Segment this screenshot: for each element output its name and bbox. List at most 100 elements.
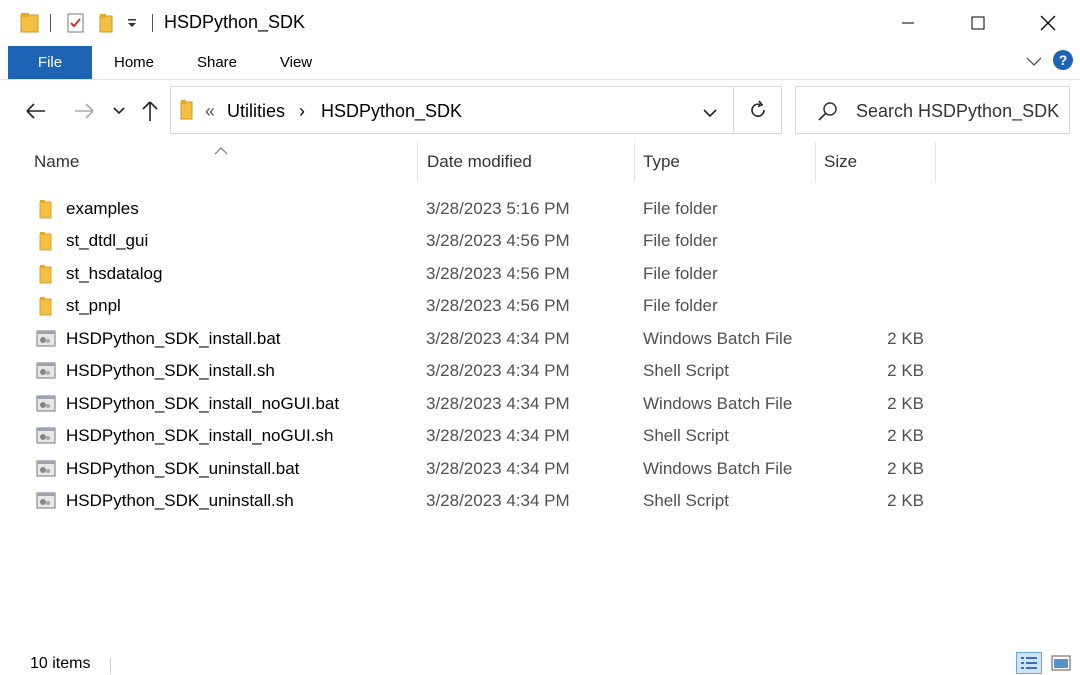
file-type: File folder bbox=[643, 199, 718, 218]
list-item[interactable]: st_hsdatalog 3/28/2023 4:56 PM File fold… bbox=[30, 258, 940, 290]
list-item[interactable]: HSDPython_SDK_uninstall.bat 3/28/2023 4:… bbox=[30, 453, 940, 485]
folder-icon bbox=[36, 296, 56, 316]
column-header-type-label: Type bbox=[643, 152, 680, 171]
file-name: HSDPython_SDK_install.sh bbox=[66, 361, 275, 380]
title-separator bbox=[50, 14, 51, 32]
large-icons-view-icon bbox=[1051, 655, 1071, 671]
list-item[interactable]: HSDPython_SDK_uninstall.sh 3/28/2023 4:3… bbox=[30, 485, 940, 517]
batch-file-icon bbox=[36, 394, 56, 414]
file-date: 3/28/2023 4:56 PM bbox=[426, 264, 570, 283]
ribbon-tabs: File Home Share View ? bbox=[0, 46, 1080, 80]
tab-share[interactable]: Share bbox=[184, 46, 250, 79]
file-date: 3/28/2023 4:34 PM bbox=[426, 361, 570, 380]
forward-button[interactable] bbox=[68, 96, 100, 126]
location-folder-icon bbox=[179, 99, 195, 126]
title-separator bbox=[152, 14, 153, 32]
file-type: Windows Batch File bbox=[643, 329, 793, 348]
file-date: 3/28/2023 4:34 PM bbox=[426, 394, 570, 413]
customize-toolbar-icon[interactable] bbox=[126, 16, 138, 34]
window-title: HSDPython_SDK bbox=[164, 12, 306, 32]
column-header-name[interactable]: Name bbox=[0, 142, 417, 182]
list-item[interactable]: st_dtdl_gui 3/28/2023 4:56 PM File folde… bbox=[30, 225, 940, 257]
file-name: HSDPython_SDK_install_noGUI.sh bbox=[66, 426, 334, 445]
column-header-date[interactable]: Date modified bbox=[418, 142, 634, 182]
details-view-button[interactable] bbox=[1016, 652, 1042, 674]
file-date: 3/28/2023 4:34 PM bbox=[426, 329, 570, 348]
search-input[interactable]: Search HSDPython_SDK bbox=[856, 101, 1059, 122]
refresh-button[interactable] bbox=[734, 86, 782, 134]
file-date: 3/28/2023 4:34 PM bbox=[426, 459, 570, 478]
help-icon[interactable]: ? bbox=[1048, 49, 1078, 76]
address-overflow[interactable]: « bbox=[205, 101, 215, 122]
tab-home[interactable]: Home bbox=[100, 46, 168, 79]
status-item-count: 10 items bbox=[30, 655, 91, 672]
file-date: 3/28/2023 4:34 PM bbox=[426, 491, 570, 510]
new-folder-icon[interactable] bbox=[98, 12, 116, 39]
file-size: 2 KB bbox=[887, 394, 924, 413]
file-name: HSDPython_SDK_uninstall.bat bbox=[66, 459, 300, 478]
file-type: Shell Script bbox=[643, 491, 729, 510]
refresh-icon bbox=[750, 100, 765, 117]
minimize-button[interactable] bbox=[878, 0, 938, 46]
column-divider[interactable] bbox=[935, 142, 936, 182]
file-type: File folder bbox=[643, 231, 718, 250]
column-header-name-label: Name bbox=[34, 152, 80, 171]
tab-view[interactable]: View bbox=[266, 46, 326, 79]
file-date: 3/28/2023 4:56 PM bbox=[426, 231, 570, 250]
search-box[interactable]: Search HSDPython_SDK bbox=[795, 86, 1070, 134]
file-date: 3/28/2023 4:34 PM bbox=[426, 426, 570, 445]
address-dropdown-icon[interactable] bbox=[703, 105, 717, 123]
address-bar[interactable]: « Utilities › HSDPython_SDK bbox=[170, 86, 734, 134]
script-file-icon bbox=[36, 361, 56, 381]
file-name: st_pnpl bbox=[66, 296, 121, 315]
breadcrumb-utilities[interactable]: Utilities bbox=[227, 101, 285, 122]
batch-file-icon bbox=[36, 329, 56, 349]
folder-icon bbox=[36, 264, 56, 284]
list-item[interactable]: HSDPython_SDK_install_noGUI.sh 3/28/2023… bbox=[30, 420, 940, 452]
file-size: 2 KB bbox=[887, 491, 924, 510]
search-icon bbox=[818, 101, 838, 126]
list-item[interactable]: st_pnpl 3/28/2023 4:56 PM File folder bbox=[30, 290, 940, 322]
properties-icon[interactable] bbox=[66, 12, 86, 39]
close-button[interactable] bbox=[1018, 0, 1078, 46]
file-size: 2 KB bbox=[887, 459, 924, 478]
file-date: 3/28/2023 5:16 PM bbox=[426, 199, 570, 218]
file-date: 3/28/2023 4:56 PM bbox=[426, 296, 570, 315]
file-size: 2 KB bbox=[887, 426, 924, 445]
column-header-size-label: Size bbox=[824, 152, 858, 171]
batch-file-icon bbox=[36, 459, 56, 479]
expand-ribbon-icon[interactable] bbox=[1020, 54, 1048, 72]
breadcrumb-separator[interactable]: › bbox=[299, 101, 305, 122]
help-glyph: ? bbox=[1059, 52, 1068, 68]
file-name: examples bbox=[66, 199, 139, 218]
file-type: Shell Script bbox=[643, 361, 729, 380]
file-name: HSDPython_SDK_uninstall.sh bbox=[66, 491, 294, 510]
folder-icon bbox=[36, 231, 56, 251]
details-view-icon bbox=[1021, 657, 1037, 669]
recent-locations-button[interactable] bbox=[108, 96, 130, 126]
ribbon-controls: ? bbox=[1020, 46, 1080, 79]
file-type: File folder bbox=[643, 296, 718, 315]
list-item[interactable]: HSDPython_SDK_install_noGUI.bat 3/28/202… bbox=[30, 388, 940, 420]
folder-icon bbox=[36, 199, 56, 219]
folder-app-icon bbox=[20, 12, 40, 39]
breadcrumb-current-folder[interactable]: HSDPython_SDK bbox=[321, 101, 462, 122]
script-file-icon bbox=[36, 491, 56, 511]
list-item[interactable]: HSDPython_SDK_install.sh 3/28/2023 4:34 … bbox=[30, 355, 940, 387]
file-name: st_dtdl_gui bbox=[66, 231, 149, 250]
file-name: HSDPython_SDK_install_noGUI.bat bbox=[66, 394, 340, 413]
list-item[interactable]: HSDPython_SDK_install.bat 3/28/2023 4:34… bbox=[30, 323, 940, 355]
file-type: Windows Batch File bbox=[643, 459, 793, 478]
tab-file[interactable]: File bbox=[8, 46, 92, 79]
file-size: 2 KB bbox=[887, 361, 924, 380]
back-button[interactable] bbox=[20, 96, 52, 126]
up-button[interactable] bbox=[136, 96, 164, 126]
maximize-button[interactable] bbox=[948, 0, 1008, 46]
column-header-size[interactable]: Size bbox=[816, 142, 936, 182]
large-icons-view-button[interactable] bbox=[1048, 652, 1074, 674]
file-name: HSDPython_SDK_install.bat bbox=[66, 329, 281, 348]
list-item[interactable]: examples 3/28/2023 5:16 PM File folder bbox=[30, 193, 940, 225]
column-header-type[interactable]: Type bbox=[635, 142, 815, 182]
file-type: File folder bbox=[643, 264, 718, 283]
file-size: 2 KB bbox=[887, 329, 924, 348]
